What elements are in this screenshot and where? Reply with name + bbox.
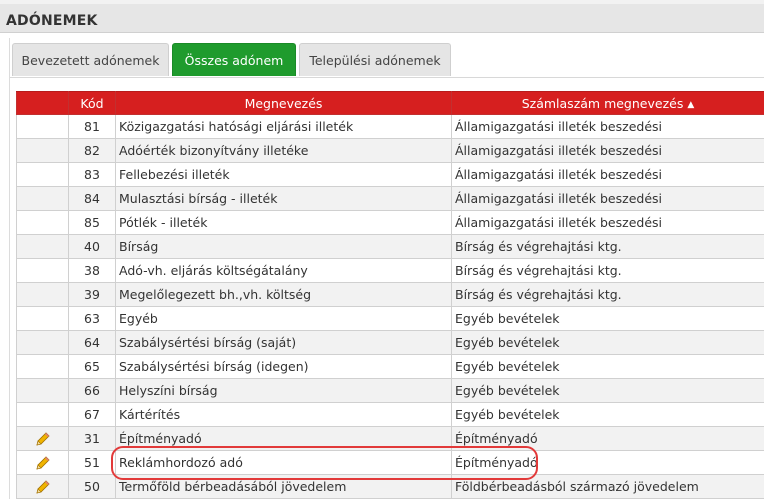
cell-kod: 66: [68, 378, 116, 403]
cell-szamlaszam: Államigazgatási illeték beszedési: [451, 210, 764, 235]
cell-szamlaszam: Bírság és végrehajtási ktg.: [451, 282, 764, 307]
table-row[interactable]: 64 Szabálysértési bírság (saját) Egyéb bev…: [16, 330, 764, 355]
row-action-cell: [16, 378, 69, 403]
cell-kod: 38: [68, 258, 116, 283]
cell-kod: 82: [68, 138, 116, 163]
cell-megnevezes: Reklámhordozó adó: [115, 450, 452, 475]
column-header-kod[interactable]: Kód: [68, 91, 116, 115]
cell-szamlaszam: Bírság és végrehajtási ktg.: [451, 234, 764, 259]
pencil-edit-icon[interactable]: [35, 454, 51, 470]
cell-kod: 31: [68, 426, 116, 451]
cell-szamlaszam: Egyéb bevételek: [451, 354, 764, 379]
cell-megnevezes: Fellebezési illeték: [115, 162, 452, 187]
row-action-cell: [16, 210, 69, 235]
cell-szamlaszam: Egyéb bevételek: [451, 402, 764, 427]
cell-megnevezes: Pótlék - illeték: [115, 210, 452, 235]
cell-szamlaszam: Egyéb bevételek: [451, 378, 764, 403]
table-row[interactable]: 51 Reklámhordozó adó Építményadó: [16, 450, 764, 475]
table-row[interactable]: 40 Bírság Bírság és végrehajtási ktg.: [16, 234, 764, 259]
tab-bar: Bevezetett adónemek Összes adónem Telepü…: [10, 38, 764, 78]
row-action-cell: [16, 258, 69, 283]
sort-icon[interactable]: ▲︎: [687, 100, 694, 110]
row-action-cell: [16, 114, 69, 139]
cell-megnevezes: Termőföld bérbeadásából jövedelem: [115, 474, 452, 499]
table-row[interactable]: 63 Egyéb Egyéb bevételek: [16, 306, 764, 331]
cell-megnevezes: Kártérítés: [115, 402, 452, 427]
row-action-cell: [16, 426, 69, 451]
column-header-szamlaszam[interactable]: Számlaszám megnevezés ▲︎: [451, 91, 764, 115]
cell-szamlaszam: Államigazgatási illeték beszedési: [451, 162, 764, 187]
column-header-megnevezes[interactable]: Megnevezés: [115, 91, 452, 115]
adonem-table: Kód Megnevezés Számlaszám megnevezés ▲︎ 8…: [16, 91, 764, 499]
column-header-icon: [16, 91, 69, 115]
cell-megnevezes: Megelőlegezett bh.,vh. költség: [115, 282, 452, 307]
cell-szamlaszam: Államigazgatási illeték beszedési: [451, 186, 764, 211]
cell-szamlaszam: Építményadó: [451, 450, 764, 475]
table-row[interactable]: 84 Mulasztási bírság - illeték Államigazga…: [16, 186, 764, 211]
cell-megnevezes: Egyéb: [115, 306, 452, 331]
cell-megnevezes: Adó-vh. eljárás költségátalány: [115, 258, 452, 283]
cell-megnevezes: Szabálysértési bírság (idegen): [115, 354, 452, 379]
table-row[interactable]: 85 Pótlék - illeték Államigazgatási illeté…: [16, 210, 764, 235]
cell-kod: 67: [68, 402, 116, 427]
cell-kod: 51: [68, 450, 116, 475]
table-row[interactable]: 65 Szabálysértési bírság (idegen) Egyéb be…: [16, 354, 764, 379]
cell-kod: 81: [68, 114, 116, 139]
cell-kod: 84: [68, 186, 116, 211]
cell-megnevezes: Építményadó: [115, 426, 452, 451]
row-action-cell: [16, 354, 69, 379]
cell-megnevezes: Adóérték bizonyítvány illetéke: [115, 138, 452, 163]
row-action-cell: [16, 282, 69, 307]
cell-kod: 83: [68, 162, 116, 187]
cell-szamlaszam: Földbérbeadásból származó jövedelem: [451, 474, 764, 499]
table-row[interactable]: 50 Termőföld bérbeadásából jövedelem Földb…: [16, 474, 764, 499]
cell-megnevezes: Bírság: [115, 234, 452, 259]
cell-kod: 63: [68, 306, 116, 331]
row-action-cell: [16, 330, 69, 355]
cell-megnevezes: Mulasztási bírság - illeték: [115, 186, 452, 211]
row-action-cell: [16, 402, 69, 427]
table-row[interactable]: 81 Közigazgatási hatósági eljárási illeté…: [16, 114, 764, 139]
row-action-cell: [16, 450, 69, 475]
table-row[interactable]: 83 Fellebezési illeték Államigazgatási ill…: [16, 162, 764, 187]
cell-szamlaszam: Államigazgatási illeték beszedési: [451, 138, 764, 163]
pencil-edit-icon[interactable]: [35, 478, 51, 494]
row-action-cell: [16, 234, 69, 259]
cell-kod: 64: [68, 330, 116, 355]
cell-kod: 50: [68, 474, 116, 499]
row-action-cell: [16, 186, 69, 211]
table-row[interactable]: 82 Adóérték bizonyítvány illetéke Államiga…: [16, 138, 764, 163]
cell-szamlaszam: Bírság és végrehajtási ktg.: [451, 258, 764, 283]
cell-kod: 40: [68, 234, 116, 259]
cell-megnevezes: Közigazgatási hatósági eljárási illeték: [115, 114, 452, 139]
tab-telepulesi-adonemek[interactable]: Települési adónemek: [299, 43, 451, 76]
cell-szamlaszam: Államigazgatási illeték beszedési: [451, 114, 764, 139]
cell-kod: 65: [68, 354, 116, 379]
table-row[interactable]: 31 Építményadó Építményadó: [16, 426, 764, 451]
table-row[interactable]: 38 Adó-vh. eljárás költségátalány Bírság é…: [16, 258, 764, 283]
cell-megnevezes: Szabálysértési bírság (saját): [115, 330, 452, 355]
cell-szamlaszam: Egyéb bevételek: [451, 330, 764, 355]
cell-szamlaszam: Egyéb bevételek: [451, 306, 764, 331]
tab-osszes-adonem[interactable]: Összes adónem: [172, 43, 296, 76]
row-action-cell: [16, 162, 69, 187]
page-header: ADÓNEMEK: [0, 0, 764, 33]
table-row[interactable]: 67 Kártérítés Egyéb bevételek: [16, 402, 764, 427]
table-header-row: Kód Megnevezés Számlaszám megnevezés ▲︎: [16, 91, 764, 115]
table-row[interactable]: 39 Megelőlegezett bh.,vh. költség Bírság é…: [16, 282, 764, 307]
row-action-cell: [16, 138, 69, 163]
cell-kod: 85: [68, 210, 116, 235]
row-action-cell: [16, 474, 69, 499]
tab-bevezetett-adonemek[interactable]: Bevezetett adónemek: [12, 43, 169, 76]
cell-szamlaszam: Építményadó: [451, 426, 764, 451]
table-row[interactable]: 66 Helyszíni bírság Egyéb bevételek: [16, 378, 764, 403]
cell-megnevezes: Helyszíni bírság: [115, 378, 452, 403]
pencil-edit-icon[interactable]: [35, 430, 51, 446]
page-title: ADÓNEMEK: [6, 13, 98, 29]
row-action-cell: [16, 306, 69, 331]
cell-kod: 39: [68, 282, 116, 307]
